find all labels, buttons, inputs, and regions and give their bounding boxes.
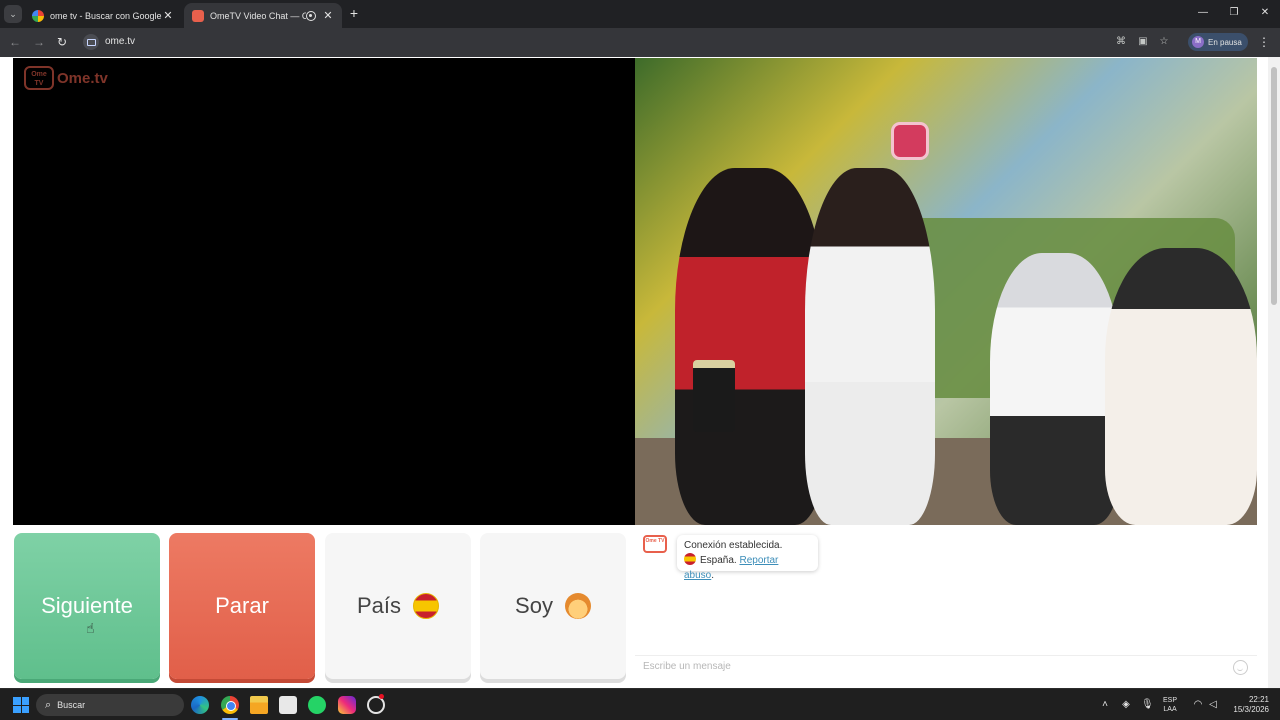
avatar: M (1192, 36, 1204, 48)
profile-button[interactable]: M En pausa (1188, 33, 1248, 51)
layout-code: LAA (1163, 706, 1177, 713)
ometv-page: Ome TV Ome.tv Siguiente Parar País Soy ☝… (0, 57, 1280, 688)
video-cup (693, 360, 735, 432)
instagram-mural-icon (891, 122, 929, 160)
volume-icon[interactable]: ◁ (1207, 699, 1219, 711)
close-window-icon[interactable]: ✕ (1258, 6, 1272, 20)
bookmark-star-icon[interactable]: ☆ (1158, 36, 1170, 48)
scrollbar-thumb[interactable] (1271, 67, 1277, 305)
spain-flag-icon (413, 593, 440, 619)
hand-cursor-icon: ☝ (86, 620, 95, 636)
browser-toolbar: ← → ↻ ome.tv ⌘ ▣ ☆ M En pausa ⋮ (0, 28, 1280, 57)
date: 15/3/2026 (1233, 705, 1269, 714)
tab-strip: ⌄ ome tv - Buscar con Google ✕ OmeTV Vid… (0, 0, 1280, 28)
input-language[interactable]: ESP LAA (1163, 696, 1177, 714)
back-icon[interactable]: ← (8, 35, 22, 49)
stranger-video (635, 58, 1257, 525)
country-button[interactable]: País (325, 533, 471, 679)
minimize-icon[interactable]: — (1196, 6, 1210, 20)
video-person (675, 168, 825, 525)
chevron-up-icon[interactable]: ˄ (1099, 699, 1111, 711)
translate-icon[interactable]: ⌘ (1115, 36, 1127, 48)
tab-title: ome tv - Buscar con Google (50, 10, 162, 21)
connection-status: Conexión establecida. (684, 540, 783, 551)
next-button-label: Siguiente (41, 593, 133, 618)
restore-icon[interactable]: ❐ (1227, 6, 1241, 20)
microsoft-store-icon[interactable] (279, 696, 297, 714)
language-code: ESP (1163, 697, 1178, 704)
partner-country-line: España. Reportar abuso. (684, 553, 811, 583)
report-suffix: . (711, 570, 715, 581)
file-explorer-icon[interactable] (250, 696, 268, 714)
chat-system-message: Conexión establecida. España. Reportar a… (677, 535, 818, 581)
address-bar[interactable]: ome.tv (105, 36, 135, 47)
search-icon: ⌕ (45, 698, 52, 711)
ometv-logo[interactable]: Ome TV Ome.tv (24, 66, 108, 90)
stop-button[interactable]: Parar (169, 533, 315, 679)
boy-face-icon (564, 593, 591, 619)
taskbar-search[interactable]: ⌕ Buscar (36, 694, 184, 716)
ometv-favicon-icon (192, 9, 204, 22)
microphone-icon[interactable]: 🎙 (1141, 699, 1154, 711)
windows-start-icon[interactable] (13, 697, 29, 713)
brand-name: Ome.tv (57, 69, 108, 87)
country-button-label: País (356, 593, 402, 618)
tab-search-icon[interactable]: ⌄ (4, 5, 22, 23)
new-tab-button[interactable]: + (346, 5, 362, 21)
kebab-menu-icon[interactable]: ⋮ (1258, 35, 1270, 49)
forward-icon[interactable]: → (32, 35, 46, 49)
tv-logo-icon: Ome TV (24, 66, 54, 90)
clock[interactable]: 22:21 15/3/2026 (1227, 695, 1269, 715)
message-input[interactable]: Escribe un mensaje (643, 661, 731, 672)
windows-taskbar: ⌕ Buscar ˄ ◈ 🎙 ESP LAA ◠ ◁ 22:21 15/3/20… (0, 688, 1280, 720)
chat-ometv-logo-icon: Ome TV (643, 535, 667, 553)
video-person (805, 168, 935, 525)
tab-google-search[interactable]: ome tv - Buscar con Google ✕ (24, 3, 182, 28)
own-video: Ome TV Ome.tv (13, 58, 635, 525)
video-person (1105, 248, 1257, 525)
edge-icon[interactable] (191, 696, 209, 714)
next-button[interactable]: Siguiente (14, 533, 160, 679)
close-tab-icon[interactable]: ✕ (322, 9, 334, 22)
time: 22:21 (1248, 695, 1269, 704)
recording-indicator-icon (306, 10, 316, 21)
chat-divider (635, 655, 1257, 656)
tab-ometv[interactable]: OmeTV Video Chat — Ome ✕ (184, 3, 342, 28)
google-favicon-icon (32, 9, 44, 22)
security-icon[interactable]: ◈ (1120, 699, 1132, 711)
chrome-icon[interactable] (221, 696, 239, 714)
whatsapp-icon[interactable] (308, 696, 326, 714)
close-tab-icon[interactable]: ✕ (162, 9, 174, 22)
tab-title: OmeTV Video Chat — Ome (210, 10, 306, 21)
instagram-icon[interactable] (338, 696, 356, 714)
spain-flag-icon (684, 553, 696, 565)
cast-icon[interactable]: ▣ (1137, 36, 1149, 48)
emoji-smile-icon[interactable] (1233, 660, 1248, 675)
profile-status: En pausa (1208, 37, 1242, 47)
wifi-icon[interactable]: ◠ (1192, 699, 1204, 711)
taskbar-search-label: Buscar (57, 700, 86, 710)
snipping-tool-icon[interactable] (367, 694, 385, 714)
page-scrollbar[interactable] (1268, 57, 1280, 688)
gender-button-label: Soy (515, 593, 553, 618)
video-person (990, 253, 1120, 525)
site-info-icon[interactable] (83, 34, 99, 50)
partner-country: España. (700, 555, 737, 566)
stop-button-label: Parar (215, 593, 269, 618)
reload-icon[interactable]: ↻ (55, 35, 69, 49)
gender-button[interactable]: Soy (480, 533, 626, 679)
